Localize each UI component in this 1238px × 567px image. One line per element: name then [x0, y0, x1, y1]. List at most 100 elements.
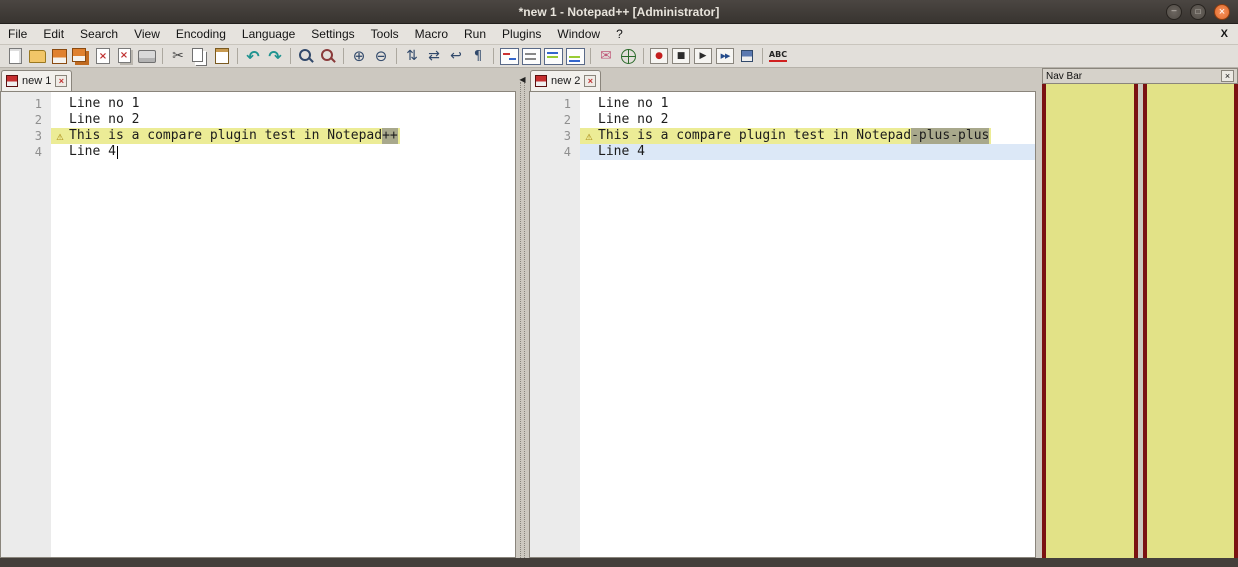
redo-icon[interactable]	[264, 46, 286, 67]
navbar-panel: Nav Bar	[1042, 68, 1238, 558]
maximize-button[interactable]	[1190, 3, 1206, 20]
compare-first-icon[interactable]	[542, 46, 564, 67]
menu-help[interactable]: ?	[608, 25, 631, 43]
zoom-in-icon[interactable]	[348, 46, 370, 67]
menu-edit[interactable]: Edit	[35, 25, 72, 43]
line-number: 3	[563, 129, 571, 143]
tab-close-icon[interactable]	[584, 75, 597, 87]
left-editor[interactable]: 1 Line no 1 2 Line no 2 3 This is a comp…	[0, 91, 516, 558]
close-all-icon[interactable]	[114, 46, 136, 67]
run-macro-multiple-icon[interactable]	[714, 46, 736, 67]
right-editor[interactable]: 1 Line no 1 2 Line no 2 3 This is a comp…	[529, 91, 1036, 558]
menu-window[interactable]: Window	[549, 25, 608, 43]
menu-language[interactable]: Language	[234, 25, 303, 43]
clear-compare-icon[interactable]	[520, 46, 542, 67]
titlebar: *new 1 - Notepad++ [Administrator]	[0, 0, 1238, 24]
play-macro-icon[interactable]	[692, 46, 714, 67]
changed-line-highlight: This is a compare plugin test in Notepad…	[51, 128, 400, 144]
splitter-dots	[524, 82, 525, 558]
replace-icon[interactable]	[317, 46, 339, 67]
warning-icon	[580, 129, 598, 143]
line-text: Line no 2	[598, 112, 669, 127]
open-file-icon[interactable]	[26, 46, 48, 67]
save-icon[interactable]	[48, 46, 70, 67]
menubar-close-button[interactable]: X	[1211, 28, 1238, 40]
line-number: 4	[34, 145, 42, 159]
copy-icon[interactable]	[189, 46, 211, 67]
menu-view[interactable]: View	[126, 25, 168, 43]
menu-search[interactable]: Search	[72, 25, 126, 43]
line-number: 1	[563, 97, 571, 111]
zoom-out-icon[interactable]	[370, 46, 392, 67]
line-text: This is a compare plugin test in Notepad	[69, 128, 383, 143]
navbar-right-column[interactable]	[1142, 84, 1238, 558]
right-tabbar: new 2	[529, 68, 1036, 91]
word-wrap-icon[interactable]	[445, 46, 467, 67]
toolbar	[0, 45, 1238, 68]
diff-segment: -plus-plus	[911, 128, 990, 144]
line-text: Line no 2	[69, 112, 140, 127]
toolbar-separator	[290, 48, 291, 64]
print-icon[interactable]	[136, 46, 158, 67]
tab-new-1[interactable]: new 1	[1, 70, 73, 91]
main-area: new 1 1 Line no 1 2 Line no 2 3 This is …	[0, 68, 1238, 558]
show-all-characters-icon[interactable]	[467, 46, 489, 67]
undo-icon[interactable]	[242, 46, 264, 67]
menu-plugins[interactable]: Plugins	[494, 25, 549, 43]
editor-line: 2 Line no 2	[1, 112, 515, 128]
mail-icon[interactable]	[595, 46, 617, 67]
toolbar-separator	[590, 48, 591, 64]
menu-settings[interactable]: Settings	[303, 25, 362, 43]
collapse-arrow-icon[interactable]	[519, 69, 525, 87]
spell-check-icon[interactable]	[767, 46, 789, 67]
window-controls	[1158, 3, 1238, 20]
web-icon[interactable]	[617, 46, 639, 67]
navbar-title: Nav Bar	[1046, 70, 1083, 82]
tab-close-icon[interactable]	[55, 75, 68, 87]
sync-horizontal-scroll-icon[interactable]	[423, 46, 445, 67]
editor-line-changed: 3 This is a compare plugin test in Notep…	[530, 128, 1035, 144]
line-number: 2	[563, 113, 571, 127]
tab-label: new 2	[551, 75, 581, 87]
save-all-icon[interactable]	[70, 46, 92, 67]
menu-encoding[interactable]: Encoding	[168, 25, 234, 43]
changed-line-highlight: This is a compare plugin test in Notepad…	[580, 128, 992, 144]
save-macro-icon[interactable]	[736, 46, 758, 67]
line-number: 3	[34, 129, 42, 143]
close-button[interactable]	[1214, 3, 1230, 20]
toolbar-separator	[643, 48, 644, 64]
stop-macro-icon[interactable]	[670, 46, 692, 67]
diff-segment: ++	[382, 128, 398, 144]
menu-tools[interactable]: Tools	[363, 25, 407, 43]
menu-file[interactable]: File	[0, 25, 35, 43]
navbar-left-column[interactable]	[1042, 84, 1138, 558]
editor-line: 2 Line no 2	[530, 112, 1035, 128]
menu-macro[interactable]: Macro	[407, 25, 456, 43]
cut-icon[interactable]	[167, 46, 189, 67]
minimize-button[interactable]	[1166, 3, 1182, 20]
left-pane: new 1 1 Line no 1 2 Line no 2 3 This is …	[0, 68, 516, 558]
record-macro-icon[interactable]	[648, 46, 670, 67]
navbar-close-icon[interactable]	[1221, 70, 1234, 82]
compare-icon[interactable]	[498, 46, 520, 67]
line-text: Line 4	[69, 144, 116, 159]
editor-line: 4 Line 4	[1, 144, 515, 160]
navbar-map[interactable]	[1042, 84, 1238, 558]
compare-last-icon[interactable]	[564, 46, 586, 67]
window-title: *new 1 - Notepad++ [Administrator]	[518, 4, 720, 19]
line-number: 1	[34, 97, 42, 111]
menu-run[interactable]: Run	[456, 25, 494, 43]
close-icon[interactable]	[92, 46, 114, 67]
window-bottom-edge	[0, 558, 1238, 567]
modified-file-icon	[535, 75, 547, 87]
find-icon[interactable]	[295, 46, 317, 67]
pane-splitter[interactable]	[516, 68, 529, 558]
paste-icon[interactable]	[211, 46, 233, 67]
tab-new-2[interactable]: new 2	[530, 70, 602, 91]
toolbar-separator	[162, 48, 163, 64]
toolbar-separator	[762, 48, 763, 64]
line-text: Line 4	[598, 144, 645, 159]
editor-line: 1 Line no 1	[1, 96, 515, 112]
new-file-icon[interactable]	[4, 46, 26, 67]
sync-vertical-scroll-icon[interactable]	[401, 46, 423, 67]
